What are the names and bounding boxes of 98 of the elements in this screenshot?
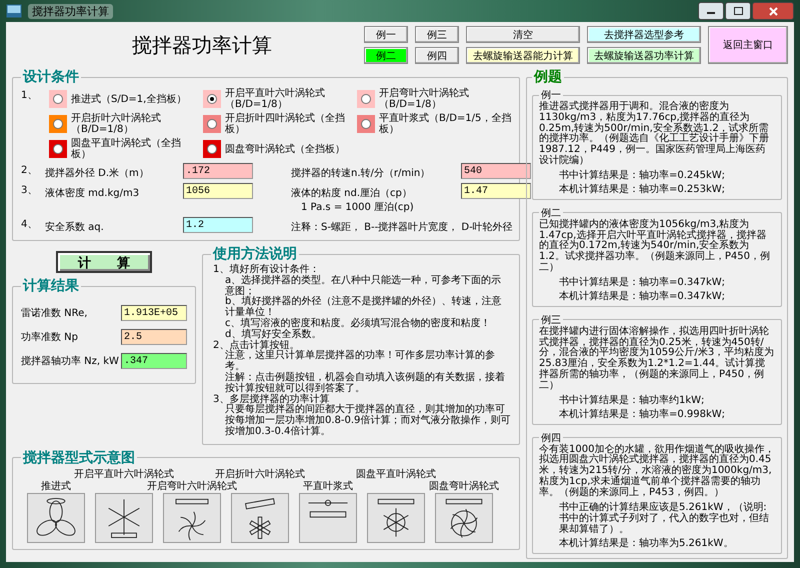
maximize-icon[interactable] <box>725 2 751 20</box>
example-result: 书中正确的计算结果应该是5.261kW，（说明:书中的计算式子列对了，代入的数字也对，但结果却算错了）。 <box>559 502 770 535</box>
radio-button[interactable] <box>53 94 63 104</box>
panel-title: 例题 <box>532 68 563 86</box>
result-field[interactable]: 2.5 <box>121 329 187 345</box>
instruction-text: d、填写好安全系数。 <box>224 330 322 340</box>
instruction-text: 2、点击计算按钮。 <box>212 340 300 351</box>
example-text: 今有装1000加仑的水罐，欲用作烟道气的吸收操作，拟选用圆盘六叶涡轮式搅拌器，搅拌器的直径为0.45米，转速为215转/分，水溶液的密度为1000kg/m3,粘度为1cp,求未通烟道气前单个搅拌器需要的轴功率。（例题的来源同上，P453，例四。） <box>539 444 775 499</box>
impeller-drawing <box>299 492 357 543</box>
diagram-caption: 开启弯叶六叶涡轮式 <box>147 480 237 493</box>
value-field[interactable]: 1.47 <box>461 183 531 199</box>
example-button[interactable]: 例二 <box>364 47 408 64</box>
value-field[interactable]: 540 <box>461 163 531 179</box>
example-text: 在搅拌罐内进行固体溶解操作，拟选用四叶折叶涡轮式搅拌器，搅拌器的直径为0.25米，转速为450转/分，混合液的平均密度为1059公斤/米3，平均粘度为25.83厘泊，安全系数为1.2*1.2=1.44。试计算搅拌器所需的轴功率，（例题的来源同上，P450，例二） <box>539 326 775 392</box>
radio-button[interactable] <box>207 94 217 104</box>
instruction-text: 1、填好所有设计条件： <box>212 265 320 275</box>
example-button[interactable]: 例一 <box>364 26 408 43</box>
panel-title: 设计条件 <box>22 68 80 86</box>
example-title: 例二 <box>540 206 561 219</box>
item-number: 4、 <box>21 218 38 231</box>
example-result: 书中计算结果是：轴功率约1kW; <box>559 394 706 406</box>
example-result: 本机计算结果是：轴功率为5.261kW。 <box>559 538 734 549</box>
value-field[interactable]: .172 <box>183 163 253 179</box>
panel-title: 使用方法说明 <box>212 245 298 263</box>
example-result: 书中计算结果是：轴功率=0.245kW; <box>559 170 726 181</box>
field-label: 安全系数 aq. <box>45 220 105 234</box>
impeller-drawing <box>27 492 85 543</box>
instruction-text: 3、多层搅拌器的功率计算 <box>212 394 330 405</box>
impeller-drawing <box>231 492 289 543</box>
radio-button[interactable] <box>53 119 63 129</box>
example-result: 书中计算结果是：轴功率=0.347kW; <box>559 276 726 288</box>
option-label: 平直叶浆式（B/D=1/5，全挡板） <box>379 113 512 135</box>
panel-title: 搅拌器型式示意图 <box>22 448 136 467</box>
field-label: 搅拌器外径 D.米（m） <box>45 166 150 180</box>
impeller-drawing <box>95 492 153 543</box>
diagram-caption: 开启折叶六叶涡轮式 <box>215 468 305 480</box>
option-label: 开启平直叶六叶涡轮式（B/D=1/8） <box>225 88 326 110</box>
example-button[interactable]: 例三 <box>415 26 459 43</box>
field-label: 液体密度 md.kg/m3 <box>45 186 140 200</box>
impeller-drawing <box>163 492 221 543</box>
page-heading: 搅拌器功率计算 <box>132 32 272 58</box>
nav-button[interactable]: 去螺旋输送器能力计算 <box>466 47 580 64</box>
panel-title: 计算结果 <box>22 277 80 295</box>
radio-button[interactable] <box>361 94 371 104</box>
option-label: 圆盘平直叶涡轮式（全挡板） <box>71 138 182 160</box>
example-text: 推进器式搅拌器用于调和。混合液的密度为1130kg/m3，粘度为17.76cp,搅拌器的直径为0.25m,转速为500r/min,安全系数选1.2，试求所需的搅拌功率。（例题选自《化工工艺设计手册》下册 1987.12，P449，例一。国家医药管理局上海医药设计院编） <box>539 102 770 167</box>
field-label: 液体的粘度 nd.厘泊（cp） <box>291 186 413 200</box>
radio-button[interactable] <box>53 144 63 154</box>
item-number: 3、 <box>21 184 38 197</box>
instruction-text: c、填写溶液的密度和粘度。必须填写混合物的密度和粘度！ <box>224 318 492 329</box>
impeller-drawing <box>367 492 425 543</box>
return-button[interactable]: 返回主窗口 <box>708 26 788 64</box>
minimize-icon[interactable] <box>698 2 724 20</box>
item-number: 1、 <box>21 89 38 103</box>
calculate-button[interactable]: 计 算 <box>56 251 152 273</box>
note-text: 注释：S-螺距， B--搅拌器叶片宽度， D-叶轮外径 <box>291 220 514 234</box>
example-title: 例四 <box>541 432 561 444</box>
example-title: 例三 <box>540 314 561 326</box>
result-label: 雷诺准数 NRe, <box>21 306 88 320</box>
instruction-text: 只要每层搅拌器的间距都大于搅拌器的直径，则其增加的功率可按每增加一层功率增加0.8-0.9倍计算；而对气液分散操作，则可按增加0.3-0.4倍计算。 <box>224 405 511 438</box>
impeller-drawing <box>435 492 493 543</box>
example-button[interactable]: 例四 <box>415 47 459 64</box>
option-label: 开启折叶六叶涡轮式（B/D=1/8） <box>71 113 162 135</box>
field-label: 搅拌器的转速n.转/分（r/min） <box>291 166 432 180</box>
diagram-caption: 平直叶浆式 <box>303 480 353 493</box>
example-title: 例一 <box>540 89 562 101</box>
result-field[interactable]: 1.913E+05 <box>121 305 187 321</box>
diagram-caption: 圆盘平直叶涡轮式 <box>356 468 436 481</box>
radio-button[interactable] <box>361 119 371 129</box>
diagram-caption: 开启平直叶六叶涡轮式 <box>74 468 174 480</box>
value-field[interactable]: 1.2 <box>183 217 253 233</box>
option-label: 开启折叶四叶涡轮式（全挡板） <box>225 113 346 135</box>
unit-note: 1 Pa.s = 1000 厘泊(cp) <box>300 201 415 214</box>
option-label: 开启弯叶六叶涡轮式（B/D=1/8） <box>379 88 470 110</box>
instruction-text: 注解：点击例题按钮，机器会自动填入该例题的有关数据，接着按计算按钮就可以得到答案了。 <box>224 372 506 394</box>
nav-button[interactable]: 去搅拌器选型参考 <box>587 26 701 43</box>
result-label: 功率准数 Np <box>21 330 78 344</box>
nav-button[interactable]: 去螺旋输送器功率计算 <box>587 47 701 64</box>
instruction-text: b、填好搅拌器的外径（注意不是搅拌罐的外径）、转速，注意计量单位！ <box>224 297 502 318</box>
diagram-caption: 圆盘弯叶涡轮式 <box>429 480 499 493</box>
diagram-caption: 推进式 <box>41 480 71 493</box>
radio-button[interactable] <box>207 119 217 129</box>
close-icon[interactable] <box>752 2 794 20</box>
option-label: 圆盘弯叶涡轮式（全挡板） <box>225 144 346 154</box>
value-field[interactable]: 1056 <box>183 183 253 199</box>
example-text: 已知搅拌罐内的液体密度为1056kg/m3,粘度为1.47cp,选择开启六叶平直叶涡轮式搅拌器，搅拌器的直径为0.172m,转速为540r/min,安全系数为1.2。试求搅拌器功率。（例题来源同上，P450，例二） <box>539 220 772 274</box>
nav-button[interactable]: 清空 <box>466 26 580 43</box>
radio-button[interactable] <box>207 144 217 154</box>
app-icon <box>6 4 22 18</box>
result-label: 搅拌器轴功率 Nz, kW <box>21 354 119 368</box>
option-label: 推进式（S/D=1,全挡板） <box>71 94 188 104</box>
window-title: 搅拌器功率计算 <box>28 4 113 18</box>
instruction-text: 注意，这里只计算单层搅拌器的功率！可作多层功率计算的参考。 <box>224 351 495 372</box>
example-result: 本机计算结果是：轴功率=0.998kW; <box>559 408 726 420</box>
result-field[interactable]: .347 <box>121 353 187 369</box>
example-result: 本机计算结果是：轴功率=0.253kW; <box>559 184 726 195</box>
item-number: 2、 <box>21 164 38 177</box>
example-result: 本机计算结果是：轴功率=0.347kW; <box>559 290 726 302</box>
